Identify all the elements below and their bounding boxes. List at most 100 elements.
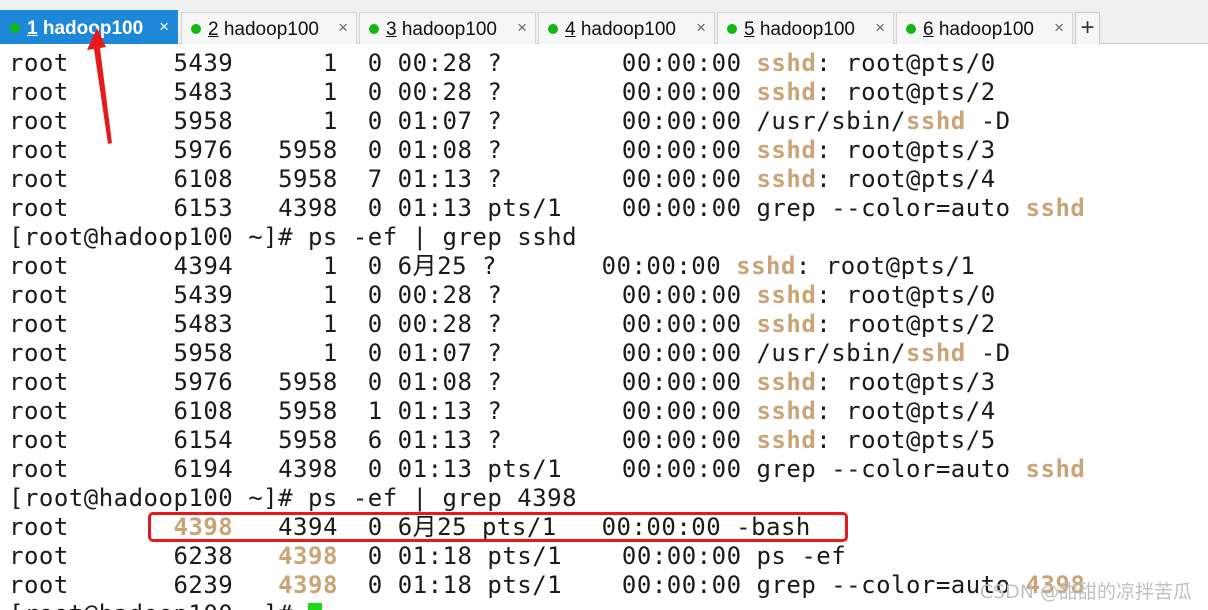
tab-bar: 1 hadoop100 × 2 hadoop100 × 3 hadoop100 × 4 ha… (0, 0, 1208, 44)
terminal-line: root 6108 5958 7 01:13 ? 00:00:00 sshd: … (9, 165, 996, 194)
terminal-text: : root@pts/3 (816, 368, 996, 396)
highlighted-match: sshd (756, 136, 817, 164)
close-icon[interactable]: × (875, 18, 885, 38)
terminal-text: root 5976 5958 0 01:08 ? 00:00:00 (9, 368, 757, 396)
status-dot-icon (191, 24, 201, 34)
terminal-text: root 6194 4398 0 01:13 pts/1 00:00:00 gr… (9, 455, 1026, 483)
highlighted-match: sshd (756, 397, 817, 425)
terminal-line: root 6238 4398 0 01:18 pts/1 00:00:00 ps… (9, 542, 846, 571)
terminal-text: root 5483 1 0 00:28 ? 00:00:00 (9, 310, 757, 338)
terminal-line: root 5483 1 0 00:28 ? 00:00:00 sshd: roo… (9, 310, 996, 339)
highlighted-match: sshd (736, 252, 796, 280)
terminal-text: -D (965, 107, 1011, 135)
terminal-text: : root@pts/0 (816, 281, 996, 309)
terminal-line: [root@hadoop100 ~]# (9, 600, 322, 610)
status-dot-icon (369, 24, 379, 34)
terminal-line: root 6194 4398 0 01:13 pts/1 00:00:00 gr… (9, 455, 1085, 484)
terminal-line: root 6154 5958 6 01:13 ? 00:00:00 sshd: … (9, 426, 996, 455)
terminal-text: : root@pts/3 (816, 136, 996, 164)
terminal-text: : root@pts/2 (816, 78, 996, 106)
terminal-text: -D (965, 339, 1011, 367)
close-icon[interactable]: × (696, 18, 706, 38)
tab-name: hadoop100 (401, 19, 497, 40)
status-dot-icon (10, 23, 20, 33)
terminal-text: root 6108 5958 7 01:13 ? 00:00:00 (9, 165, 757, 193)
tab-label: 2 hadoop100 (208, 19, 319, 41)
close-icon[interactable]: × (1054, 18, 1064, 38)
highlighted-match: sshd (1025, 455, 1086, 483)
tab-number: 4 (565, 19, 576, 40)
tab-label: 6 hadoop100 (923, 19, 1034, 41)
tab-5[interactable]: 5 hadoop100 × (717, 12, 894, 44)
tab-label: 3 hadoop100 (386, 19, 497, 41)
tab-4[interactable]: 4 hadoop100 × (538, 12, 715, 44)
tab-name: hadoop100 (580, 19, 676, 40)
terminal-text: root 6154 5958 6 01:13 ? 00:00:00 (9, 426, 757, 454)
tab-name: hadoop100 (759, 19, 855, 40)
tab-2[interactable]: 2 hadoop100 × (181, 12, 357, 44)
terminal-text: root 5958 1 0 01:07 ? 00:00:00 /usr/sbin… (9, 107, 906, 135)
terminal-line: root 4394 1 0 6月25 ? 00:00:00 sshd: root… (9, 252, 975, 281)
terminal-line: root 5439 1 0 00:28 ? 00:00:00 sshd: roo… (9, 49, 996, 78)
terminal-text: root 6238 (9, 542, 279, 570)
tab-number: 3 (386, 19, 397, 40)
terminal-line: root 6239 4398 0 01:18 pts/1 00:00:00 gr… (9, 571, 1085, 600)
tab-3[interactable]: 3 hadoop100 × (359, 12, 536, 44)
tab-number: 6 (923, 19, 934, 40)
terminal-text: : root@pts/0 (816, 49, 996, 77)
tab-name: hadoop100 (938, 19, 1034, 40)
terminal-line: root 5958 1 0 01:07 ? 00:00:00 /usr/sbin… (9, 339, 1011, 368)
terminal-text: root 6239 (9, 571, 279, 599)
terminal-text: 0 01:18 pts/1 00:00:00 ps -ef (337, 542, 847, 570)
new-tab-button[interactable]: + (1075, 12, 1100, 44)
close-icon[interactable]: × (159, 17, 169, 37)
terminal-line: [root@hadoop100 ~]# ps -ef | grep sshd (9, 223, 577, 252)
terminal-text: root 4394 1 0 6月25 ? 00:00:00 (9, 252, 737, 280)
terminal-text: root 5958 1 0 01:07 ? 00:00:00 /usr/sbin… (9, 339, 906, 367)
status-dot-icon (548, 24, 558, 34)
highlighted-match: sshd (756, 426, 817, 454)
highlighted-match: sshd (905, 339, 966, 367)
highlighted-match: sshd (905, 107, 966, 135)
terminal-line: root 6108 5958 1 01:13 ? 00:00:00 sshd: … (9, 397, 996, 426)
tab-number: 5 (744, 19, 755, 40)
red-arrow-icon (87, 28, 112, 144)
highlighted-match: sshd (1025, 194, 1086, 222)
terminal-text: : root@pts/2 (816, 310, 996, 338)
tab-6[interactable]: 6 hadoop100 × (896, 12, 1073, 44)
terminal-cursor (307, 603, 322, 610)
tab-name: hadoop100 (223, 19, 319, 40)
terminal-text: root 5439 1 0 00:28 ? 00:00:00 (9, 281, 757, 309)
terminal-text: 0 01:18 pts/1 00:00:00 grep --color=auto (337, 571, 1026, 599)
terminal-text: : root@pts/4 (816, 165, 996, 193)
tab-number: 1 (27, 18, 38, 39)
terminal-text: : root@pts/1 (795, 252, 976, 280)
tab-label: 5 hadoop100 (744, 19, 855, 41)
watermark: CSDN @甜甜的凉拌苦瓜 (979, 581, 1192, 603)
status-dot-icon (727, 24, 737, 34)
terminal-text: root 6108 5958 1 01:13 ? 00:00:00 (9, 397, 757, 425)
terminal-text: root 6153 4398 0 01:13 pts/1 00:00:00 gr… (9, 194, 1026, 222)
terminal-text: [root@hadoop100 ~]# (9, 600, 308, 610)
close-icon[interactable]: × (338, 18, 348, 38)
highlighted-match: 4398 (278, 571, 338, 599)
terminal-text: [root@hadoop100 ~]# ps -ef | grep 4398 (9, 484, 578, 512)
tab-number: 2 (208, 19, 219, 40)
highlighted-match: sshd (756, 165, 817, 193)
highlight-annotation-box (148, 512, 848, 542)
highlighted-match: sshd (756, 49, 817, 77)
tab-label: 4 hadoop100 (565, 19, 676, 41)
highlighted-match: sshd (756, 368, 817, 396)
terminal-text: : root@pts/5 (816, 426, 996, 454)
status-dot-icon (906, 24, 916, 34)
highlighted-match: sshd (756, 78, 817, 106)
terminal-line: root 5958 1 0 01:07 ? 00:00:00 /usr/sbin… (9, 107, 1011, 136)
terminal-line: root 6153 4398 0 01:13 pts/1 00:00:00 gr… (9, 194, 1085, 223)
terminal-line: root 5976 5958 0 01:08 ? 00:00:00 sshd: … (9, 368, 996, 397)
terminal-line: root 5976 5958 0 01:08 ? 00:00:00 sshd: … (9, 136, 996, 165)
terminal-text: [root@hadoop100 ~]# ps -ef | grep sshd (9, 223, 578, 251)
close-icon[interactable]: × (517, 18, 527, 38)
terminal-line: root 5483 1 0 00:28 ? 00:00:00 sshd: roo… (9, 78, 996, 107)
terminal-line: root 5439 1 0 00:28 ? 00:00:00 sshd: roo… (9, 281, 996, 310)
highlighted-match: sshd (756, 310, 817, 338)
